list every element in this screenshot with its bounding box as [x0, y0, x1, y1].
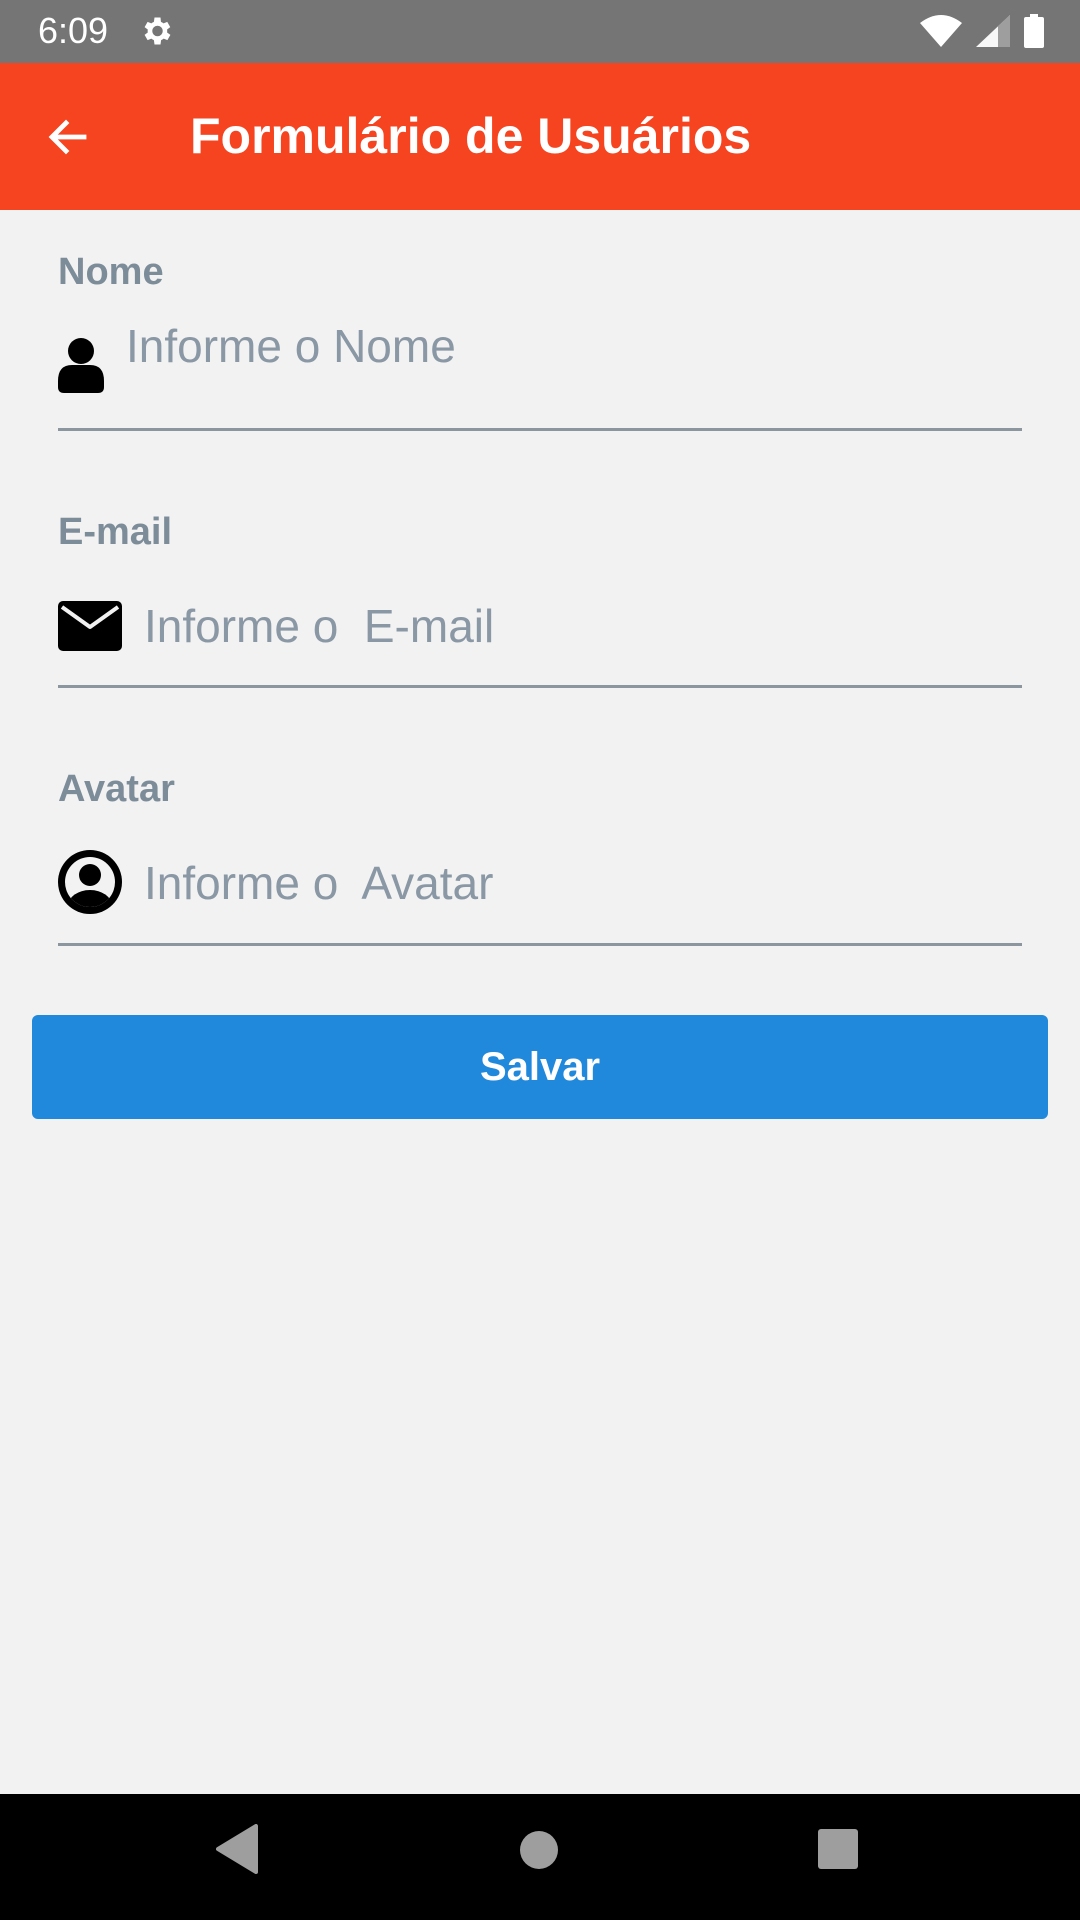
status-icons — [920, 14, 1044, 48]
nav-recents-icon[interactable] — [818, 1829, 858, 1869]
avatar-input[interactable] — [142, 847, 1006, 919]
app-bar: Formulário de Usuários — [0, 63, 1080, 210]
avatar-underline — [58, 943, 1022, 946]
settings-gear-icon — [144, 17, 171, 45]
save-button[interactable]: Salvar — [32, 1015, 1048, 1119]
envelope-icon — [58, 601, 122, 651]
page-title: Formulário de Usuários — [190, 108, 752, 164]
status-bar: 6:09 — [0, 0, 1080, 63]
email-underline — [58, 685, 1022, 688]
cell-signal-icon — [976, 15, 1010, 47]
email-input[interactable] — [142, 590, 1006, 662]
back-arrow-icon[interactable] — [44, 113, 92, 161]
status-time: 6:09 — [38, 10, 109, 51]
email-label: E-mail — [58, 511, 173, 553]
name-underline — [58, 428, 1022, 431]
nav-back-icon[interactable] — [216, 1824, 260, 1874]
nav-home-icon[interactable] — [520, 1831, 558, 1869]
user-circle-icon — [58, 850, 122, 914]
user-icon — [58, 338, 104, 393]
name-label: Nome — [58, 251, 164, 293]
avatar-label: Avatar — [58, 768, 175, 810]
battery-icon — [1024, 14, 1044, 48]
navigation-bar — [0, 1794, 1080, 1920]
wifi-icon — [920, 15, 962, 47]
name-input[interactable] — [124, 310, 1008, 382]
